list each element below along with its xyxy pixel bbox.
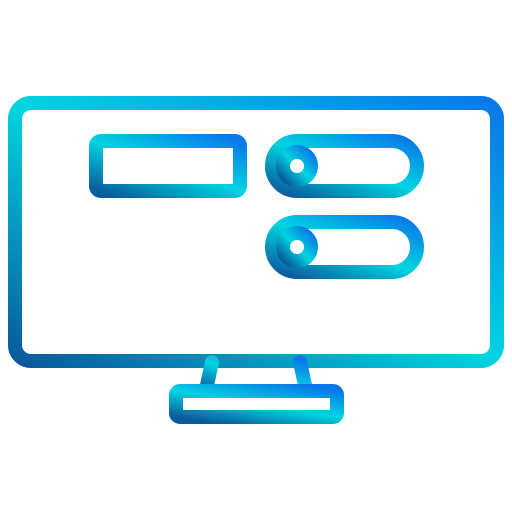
- text-field-box: [89, 134, 247, 198]
- monitor-frame: [8, 96, 504, 368]
- monitor-stand-base: [169, 384, 344, 424]
- toggle-knob-2: [276, 226, 318, 268]
- toggle-switch-2: [265, 215, 424, 279]
- toggle-knob-1: [276, 145, 318, 187]
- toggle-switch-1: [265, 134, 424, 198]
- monitor-settings-icon: [8, 96, 504, 424]
- icon-canvas: [0, 0, 512, 512]
